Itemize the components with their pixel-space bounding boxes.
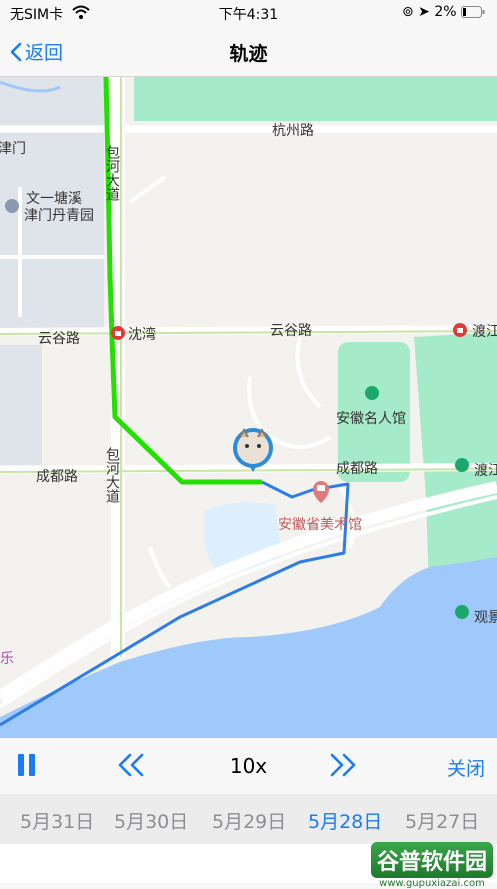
road-label: 成都路 <box>336 461 378 477</box>
date-selector: 5月31日 5月30日 5月29日 5月28日 5月27日 <box>0 794 497 844</box>
playback-speed: 10x <box>229 754 268 778</box>
place-label: 津门 <box>0 141 26 157</box>
metro-station-icon <box>453 323 467 337</box>
date-tab[interactable]: 5月27日 <box>405 807 479 834</box>
place-label: 安徽名人馆 <box>336 411 406 427</box>
place-label: 乐 <box>0 651 14 667</box>
road-label: 云谷路 <box>270 323 312 339</box>
road-label: 成都路 <box>36 469 78 485</box>
residential-block <box>0 345 42 465</box>
map-canvas[interactable]: 杭州路 包河大道 包河大道 文一塘溪 津门丹青园 津门 云谷路 云谷路 沈湾 渡… <box>0 77 497 738</box>
date-tab[interactable]: 5月31日 <box>20 807 94 834</box>
map-view[interactable]: 杭州路 包河大道 包河大道 文一塘溪 津门丹青园 津门 云谷路 云谷路 沈湾 渡… <box>0 77 497 738</box>
footer: 谷普软件园 www.gupuxiazai.com <box>0 842 497 889</box>
place-label: 文一塘溪 <box>26 191 82 207</box>
road-label: 包河大道 <box>104 145 120 202</box>
building-poi-icon <box>5 199 19 213</box>
road-label: 包河大道 <box>104 447 120 504</box>
date-tab[interactable]: 5月29日 <box>212 807 286 834</box>
battery-icon <box>461 6 485 18</box>
road-label: 杭州路 <box>272 123 314 139</box>
road-label: 云谷路 <box>38 331 80 347</box>
place-label: 观景 <box>474 610 497 626</box>
playback-controls: 10x 关闭 <box>0 738 497 794</box>
rewind-button[interactable] <box>116 752 146 778</box>
date-tab[interactable]: 5月30日 <box>114 807 188 834</box>
battery-percent: 2% <box>434 4 457 20</box>
status-bar: 无SIM卡 下午4:31 ⊚ ➤ 2% <box>0 0 497 26</box>
page-title: 轨迹 <box>229 43 268 65</box>
place-label: 津门丹青园 <box>24 208 94 224</box>
battery-status: ⊚ ➤ 2% <box>402 4 485 20</box>
close-button[interactable]: 关闭 <box>447 754 485 781</box>
park-area <box>134 77 497 121</box>
watermark-logo: 谷普软件园 www.gupuxiazai.com <box>370 842 493 889</box>
park-poi-icon <box>455 458 469 472</box>
park-poi-icon <box>365 386 379 400</box>
park-poi-icon <box>455 605 469 619</box>
date-tab-selected[interactable]: 5月28日 <box>308 807 382 834</box>
pause-icon[interactable] <box>16 752 38 778</box>
station-label: 沈湾 <box>128 326 156 343</box>
place-label: 渡江 <box>474 463 497 479</box>
metro-station-icon <box>111 326 125 340</box>
orientation-lock-icon: ⊚ <box>401 4 414 20</box>
fast-forward-button[interactable] <box>328 752 358 778</box>
location-arrow-icon: ➤ <box>418 4 430 20</box>
place-label: 安徽省美术馆 <box>278 517 362 533</box>
navigation-bar: 返回 轨迹 <box>0 26 497 77</box>
station-label: 渡江 <box>472 324 497 340</box>
